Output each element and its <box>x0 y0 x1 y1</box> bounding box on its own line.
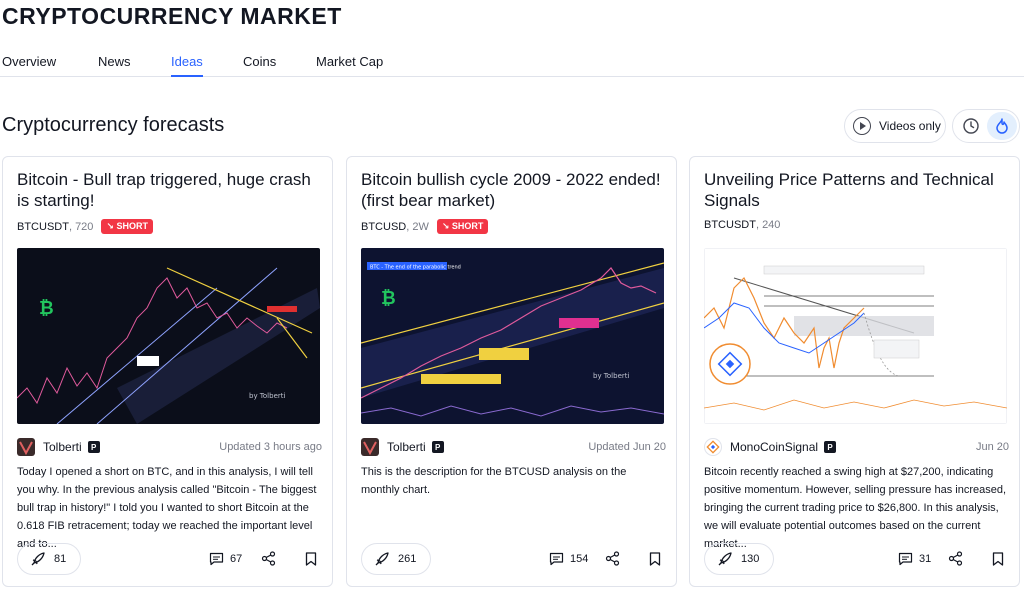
comment-icon <box>549 552 564 566</box>
chart-watermark: by Tolberti <box>593 372 629 380</box>
boost-count: 261 <box>398 553 417 565</box>
idea-timeframe: , 720 <box>68 220 94 233</box>
author-name[interactable]: Tolberti <box>43 440 82 454</box>
author-avatar[interactable] <box>361 438 379 456</box>
updated-time: Jun 20 <box>975 441 1009 453</box>
tab-bar: Overview News Ideas Coins Market Cap <box>0 48 1024 77</box>
idea-description[interactable]: This is the description for the BTCUSD a… <box>361 463 666 499</box>
sort-popular-button[interactable] <box>987 112 1017 140</box>
idea-title[interactable]: Unveiling Price Patterns and Technical S… <box>704 169 1009 211</box>
section-title: Cryptocurrency forecasts <box>2 114 225 136</box>
chart-caption: BTC - The end of the parabolic trend <box>370 265 461 271</box>
boost-button[interactable]: 130 <box>704 543 775 575</box>
boost-button[interactable]: 261 <box>361 543 432 575</box>
author-avatar[interactable] <box>704 438 722 456</box>
tab-market-cap[interactable]: Market Cap <box>316 54 383 69</box>
idea-description[interactable]: Bitcoin recently reached a swing high at… <box>704 463 1009 553</box>
chart-watermark: by Tolberti <box>249 392 285 400</box>
idea-chart-thumbnail[interactable] <box>704 248 1007 424</box>
clock-icon <box>963 118 979 134</box>
rocket-icon <box>718 552 732 566</box>
bookmark-icon[interactable] <box>992 552 1004 566</box>
flame-icon <box>996 118 1008 134</box>
comments-button[interactable]: 154 <box>549 552 588 566</box>
short-badge-label: SHORT <box>451 221 484 231</box>
comment-count: 67 <box>230 553 243 565</box>
tab-ideas[interactable]: Ideas <box>171 54 203 77</box>
comments-button[interactable]: 31 <box>898 552 931 566</box>
tab-coins[interactable]: Coins <box>243 54 276 69</box>
idea-card[interactable]: Bitcoin bullish cycle 2009 - 2022 ended!… <box>346 156 677 587</box>
idea-chart-thumbnail[interactable]: BTC - The end of the parabolic trend ₿ b… <box>361 248 664 424</box>
pro-badge: P <box>87 441 100 453</box>
idea-symbol-row: BTCUSDT , 240 <box>704 219 780 231</box>
idea-card[interactable]: Unveiling Price Patterns and Technical S… <box>689 156 1020 587</box>
videos-only-label: Videos only <box>879 119 941 133</box>
short-badge: ↘ SHORT <box>101 219 153 234</box>
pro-badge: P <box>824 441 837 453</box>
videos-only-button[interactable]: Videos only <box>844 109 946 143</box>
share-icon[interactable] <box>605 551 620 566</box>
sort-toggle <box>952 109 1020 143</box>
bookmark-icon[interactable] <box>649 552 661 566</box>
author-row: Tolberti P Updated Jun 20 <box>361 437 666 457</box>
author-name[interactable]: MonoCoinSignal <box>730 440 818 454</box>
share-icon[interactable] <box>261 551 276 566</box>
svg-text:₿: ₿ <box>39 298 54 319</box>
bookmark-icon[interactable] <box>305 552 317 566</box>
page-title: CRYPTOCURRENCY MARKET <box>2 3 342 29</box>
tab-overview[interactable]: Overview <box>2 54 56 69</box>
short-badge-label: SHORT <box>116 221 148 231</box>
author-avatar[interactable] <box>17 438 35 456</box>
idea-description[interactable]: Today I opened a short on BTC, and in th… <box>17 463 322 553</box>
idea-timeframe: , 2W <box>406 220 429 233</box>
idea-symbol[interactable]: BTCUSDT <box>17 221 69 233</box>
comment-count: 154 <box>570 553 589 565</box>
author-row: Tolberti P Updated 3 hours ago <box>17 437 322 457</box>
play-icon <box>853 117 871 135</box>
comments-button[interactable]: 67 <box>209 552 242 566</box>
idea-symbol[interactable]: BTCUSD <box>361 221 406 233</box>
idea-symbol-row: BTCUSD , 2W ↘ SHORT <box>361 219 489 234</box>
idea-symbol-row: BTCUSDT , 720 ↘ SHORT <box>17 219 153 234</box>
rocket-icon <box>31 552 45 566</box>
boost-count: 130 <box>741 553 760 565</box>
author-row: MonoCoinSignal P Jun 20 <box>704 437 1009 457</box>
author-name[interactable]: Tolberti <box>387 440 426 454</box>
idea-card[interactable]: Bitcoin - Bull trap triggered, huge cras… <box>2 156 333 587</box>
svg-text:₿: ₿ <box>381 288 396 309</box>
idea-symbol[interactable]: BTCUSDT <box>704 219 756 231</box>
comment-count: 31 <box>919 553 932 565</box>
share-icon[interactable] <box>948 551 963 566</box>
boost-count: 81 <box>54 553 67 565</box>
updated-time: Updated 3 hours ago <box>219 441 322 453</box>
rocket-icon <box>375 552 389 566</box>
boost-button[interactable]: 81 <box>17 543 82 575</box>
sort-recent-button[interactable] <box>956 112 986 140</box>
pro-badge: P <box>431 441 444 453</box>
tab-news[interactable]: News <box>98 54 131 69</box>
idea-timeframe: , 240 <box>755 219 781 231</box>
idea-chart-thumbnail[interactable]: ₿ by Tolberti <box>17 248 320 424</box>
updated-time: Updated Jun 20 <box>588 441 666 453</box>
idea-title[interactable]: Bitcoin bullish cycle 2009 - 2022 ended!… <box>361 169 666 211</box>
idea-title[interactable]: Bitcoin - Bull trap triggered, huge cras… <box>17 169 322 211</box>
comment-icon <box>209 552 224 566</box>
comment-icon <box>898 552 913 566</box>
short-badge: ↘ SHORT <box>436 219 489 234</box>
